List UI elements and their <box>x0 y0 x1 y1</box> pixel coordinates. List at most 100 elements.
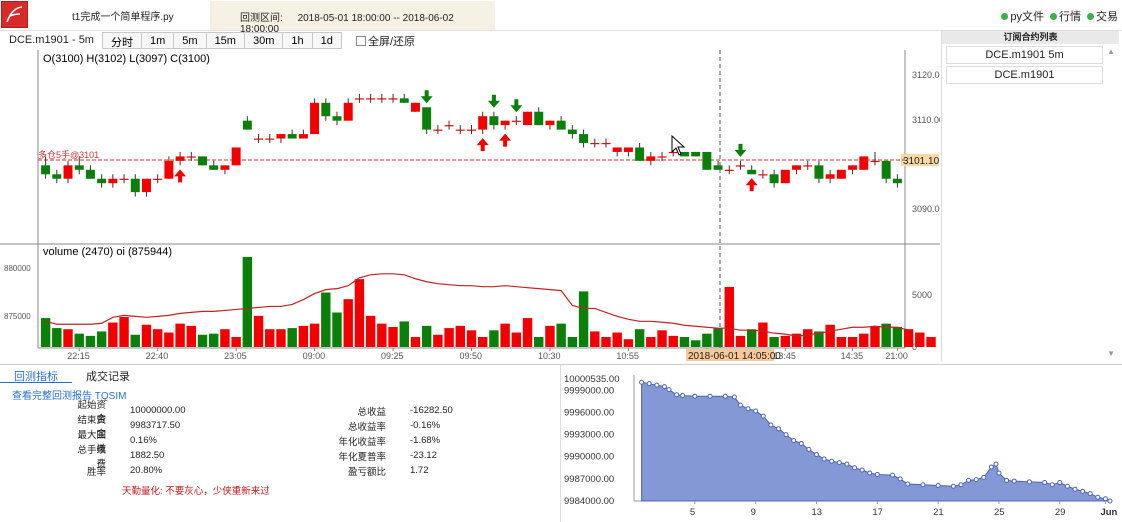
subscription-item[interactable]: DCE.m1901 <box>946 66 1103 84</box>
fullscreen-checkbox[interactable] <box>356 36 366 46</box>
candle <box>276 134 286 143</box>
volume-bar <box>590 331 600 347</box>
equity-time-axis: 5 9 13 17 21 25 29 Jun <box>690 501 1118 518</box>
candle <box>108 174 118 188</box>
metrics-right: 总收益 -16282.50 总收益率 -0.16% 年化收益率 -1.68% 年化夏普… <box>330 403 530 478</box>
buy-arrow-icon <box>174 169 187 183</box>
equity-point <box>1026 479 1032 485</box>
sell-arrow-icon <box>487 94 500 108</box>
volume-bar <box>567 336 578 347</box>
equity-point <box>829 458 835 464</box>
candle <box>467 125 476 135</box>
sell-arrow-icon <box>420 90 433 104</box>
candle <box>523 111 533 126</box>
volume-bar <box>847 336 858 347</box>
candle <box>287 129 297 139</box>
link-py-file[interactable]: py文件 <box>1001 8 1044 24</box>
scroll-up-icon[interactable]: ▲ <box>1107 47 1115 56</box>
equity-point <box>966 477 972 483</box>
candle <box>848 165 858 175</box>
volume-bar <box>388 326 398 347</box>
candle <box>792 165 802 175</box>
volume-bar <box>522 318 533 347</box>
chart-frame <box>0 50 940 349</box>
period-button-1m[interactable]: 1m <box>141 32 175 49</box>
candle <box>399 93 409 103</box>
volume-bar <box>534 336 544 347</box>
volume-bar <box>556 323 566 347</box>
equity-point <box>1102 496 1108 502</box>
volume-bar <box>164 332 174 347</box>
equity-point <box>958 482 964 488</box>
tab-metrics[interactable]: 回测指标 <box>0 367 72 383</box>
kline-chart[interactable]: O(3100) H(3102) L(3097) C(3100) volume (… <box>0 48 940 362</box>
subscription-panel: 订阅合约列表 DCE.m1901 5m DCE.m1901 ▲ ▼ <box>941 31 1119 361</box>
equity-point <box>760 413 766 419</box>
candle <box>870 151 880 166</box>
candle <box>52 169 62 184</box>
period-button-15m[interactable]: 15m <box>205 32 245 49</box>
period-button-5m[interactable]: 5m <box>173 32 207 49</box>
volume-bar <box>332 312 342 347</box>
volume-bar <box>892 326 903 347</box>
time-tick: 10:55 <box>616 351 639 361</box>
tab-trades[interactable]: 成交记录 <box>72 367 144 383</box>
volume-bar <box>735 335 746 347</box>
buy-arrow-icon <box>499 133 512 147</box>
volume-bar <box>186 325 197 347</box>
equity-point <box>745 406 751 412</box>
scroll-down-icon[interactable]: ▼ <box>1107 349 1115 358</box>
position-label: 多仓5手@3101 <box>38 149 99 160</box>
period-button-30m[interactable]: 30m <box>243 32 284 49</box>
subscription-title: 订阅合约列表 <box>942 31 1119 44</box>
subscription-item[interactable]: DCE.m1901 5m <box>946 46 1103 64</box>
equity-y-tick: 10000535.00 <box>564 374 619 385</box>
equity-point <box>836 460 842 466</box>
backtest-panel: 回测指标 成交记录 查看完整回测报告 TQSIM 起始资金 10000000.00… <box>0 364 1122 522</box>
period-button-tick[interactable]: 分时 <box>102 32 142 49</box>
oi-tick: 875000 <box>4 312 31 321</box>
candle <box>198 156 207 166</box>
link-quotes[interactable]: 行情 <box>1050 8 1081 24</box>
status-dot-icon <box>1001 12 1009 20</box>
candle <box>623 147 633 157</box>
volume-bar <box>746 329 757 347</box>
equity-point <box>692 393 698 399</box>
link-trade[interactable]: 交易 <box>1087 8 1118 24</box>
volume-bar <box>209 333 219 347</box>
volume-bar <box>679 336 690 347</box>
backtest-range: 回测区间: 2018-05-01 18:00:00 -- 2018-06-02 … <box>210 1 495 35</box>
app-logo <box>1 1 28 28</box>
metric-row: 总收益率 -0.16% <box>347 420 441 433</box>
volume-bar <box>130 334 140 347</box>
candle <box>321 98 331 121</box>
chart-toolbar: DCE.m1901 - 5m 分时 1m 5m 15m 30m 1h 1d 全屏… <box>0 31 940 49</box>
equity-point <box>1057 480 1063 486</box>
volume-bar <box>825 324 835 347</box>
volume-bar <box>74 333 84 347</box>
volume-bar <box>578 291 589 347</box>
equity-point <box>775 426 781 432</box>
equity-point <box>859 467 865 473</box>
candle <box>713 160 723 170</box>
equity-curve <box>639 379 1113 504</box>
volume-readout: volume (2470) oi (875944) <box>43 246 172 258</box>
candle <box>769 169 779 188</box>
encouragement-note: 天勤量化: 不要灰心，少侠重新来过 <box>122 486 270 497</box>
volume-bar <box>220 329 230 347</box>
equity-point <box>661 384 667 390</box>
oi-tick: 880000 <box>4 264 31 273</box>
candle <box>825 169 835 184</box>
equity-point <box>639 379 645 385</box>
period-button-1d[interactable]: 1d <box>311 32 342 49</box>
candles <box>41 93 902 197</box>
equity-point <box>737 402 743 408</box>
fullscreen-toggle[interactable]: 全屏/还原 <box>356 33 415 49</box>
equity-point <box>1004 477 1010 483</box>
volume-bar <box>545 325 555 347</box>
top-links: py文件 行情 交易 <box>1001 8 1118 24</box>
equity-point <box>813 452 819 458</box>
period-button-1h[interactable]: 1h <box>282 32 313 49</box>
equity-point <box>920 482 926 488</box>
candle <box>444 120 454 130</box>
